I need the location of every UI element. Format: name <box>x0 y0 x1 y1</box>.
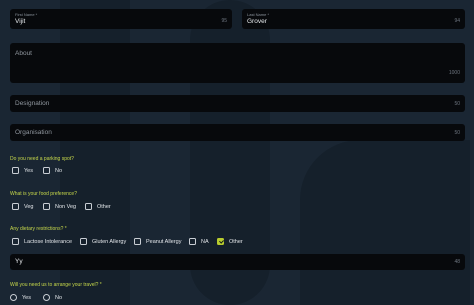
parking-option-yes[interactable]: Yes <box>12 167 33 174</box>
organisation-counter: 50 <box>454 130 460 136</box>
dietary-option-na[interactable]: NA <box>189 238 209 245</box>
last-name-counter: 94 <box>454 18 460 24</box>
about-counter: 1000 <box>448 70 460 76</box>
first-name-field[interactable]: First Name * Vijit 95 <box>10 9 232 29</box>
option-label: Gluten Allergy <box>92 238 127 245</box>
option-label: Non Veg <box>55 203 77 210</box>
food-option-other[interactable]: Other <box>85 203 111 210</box>
option-label: Lactose Intolerance <box>24 238 73 245</box>
radio-button[interactable] <box>10 294 17 301</box>
first-name-counter: 95 <box>221 18 227 24</box>
radio-button[interactable] <box>43 294 50 301</box>
about-placeholder: About <box>15 50 32 57</box>
option-label: Other <box>229 238 243 245</box>
designation-placeholder: Designation <box>15 100 50 107</box>
dietary-option-peanut[interactable]: Peanut Allergy <box>134 238 181 245</box>
background-shape <box>300 140 470 305</box>
dietary-option-gluten[interactable]: Gluten Allergy <box>80 238 126 245</box>
checkbox[interactable] <box>43 203 50 210</box>
first-name-value: Vijit <box>15 18 26 25</box>
option-label: Peanut Allergy <box>146 238 182 245</box>
dietary-option-other[interactable]: Other <box>217 238 243 245</box>
dietary-other-field[interactable]: Yy 48 <box>10 254 465 270</box>
dietary-other-value: Yy <box>15 258 23 265</box>
option-label: Other <box>97 203 111 210</box>
checkbox[interactable] <box>189 238 196 245</box>
option-label: Yes <box>24 167 33 174</box>
option-label: Veg <box>24 203 34 210</box>
last-name-value: Grover <box>247 18 267 25</box>
checkbox[interactable] <box>12 238 19 245</box>
food-option-non-veg[interactable]: Non Veg <box>43 203 76 210</box>
food-option-veg[interactable]: Veg <box>12 203 33 210</box>
option-label: No <box>55 294 63 301</box>
travel-question: Will you need us to arrange your travel?… <box>10 282 102 288</box>
checkbox[interactable] <box>12 167 19 174</box>
dietary-other-counter: 48 <box>454 259 460 265</box>
checkbox[interactable] <box>43 167 50 174</box>
dietary-question: Any dietary restrictions? * <box>10 226 67 232</box>
dietary-option-lactose[interactable]: Lactose Intolerance <box>12 238 72 245</box>
last-name-label: Last Name * <box>247 12 270 17</box>
organisation-field[interactable]: Organisation 50 <box>10 124 465 141</box>
option-label: NA <box>201 238 209 245</box>
parking-option-no[interactable]: No <box>43 167 62 174</box>
option-label: No <box>55 167 63 174</box>
last-name-field[interactable]: Last Name * Grover 94 <box>242 9 465 29</box>
organisation-placeholder: Organisation <box>15 129 52 136</box>
about-textarea[interactable]: About 1000 <box>10 43 465 83</box>
designation-counter: 50 <box>454 101 460 107</box>
checkbox[interactable] <box>85 203 92 210</box>
food-question: What is your food preference? <box>10 191 77 197</box>
designation-field[interactable]: Designation 50 <box>10 95 465 112</box>
parking-question: Do you need a parking spot? <box>10 156 74 162</box>
checkbox[interactable] <box>12 203 19 210</box>
first-name-label: First Name * <box>15 12 38 17</box>
checkbox[interactable] <box>80 238 87 245</box>
checkbox-checked[interactable] <box>217 238 224 245</box>
option-label: Yes <box>22 294 31 301</box>
travel-option-no[interactable]: No <box>43 294 62 301</box>
checkbox[interactable] <box>134 238 141 245</box>
travel-option-yes[interactable]: Yes <box>10 294 31 301</box>
